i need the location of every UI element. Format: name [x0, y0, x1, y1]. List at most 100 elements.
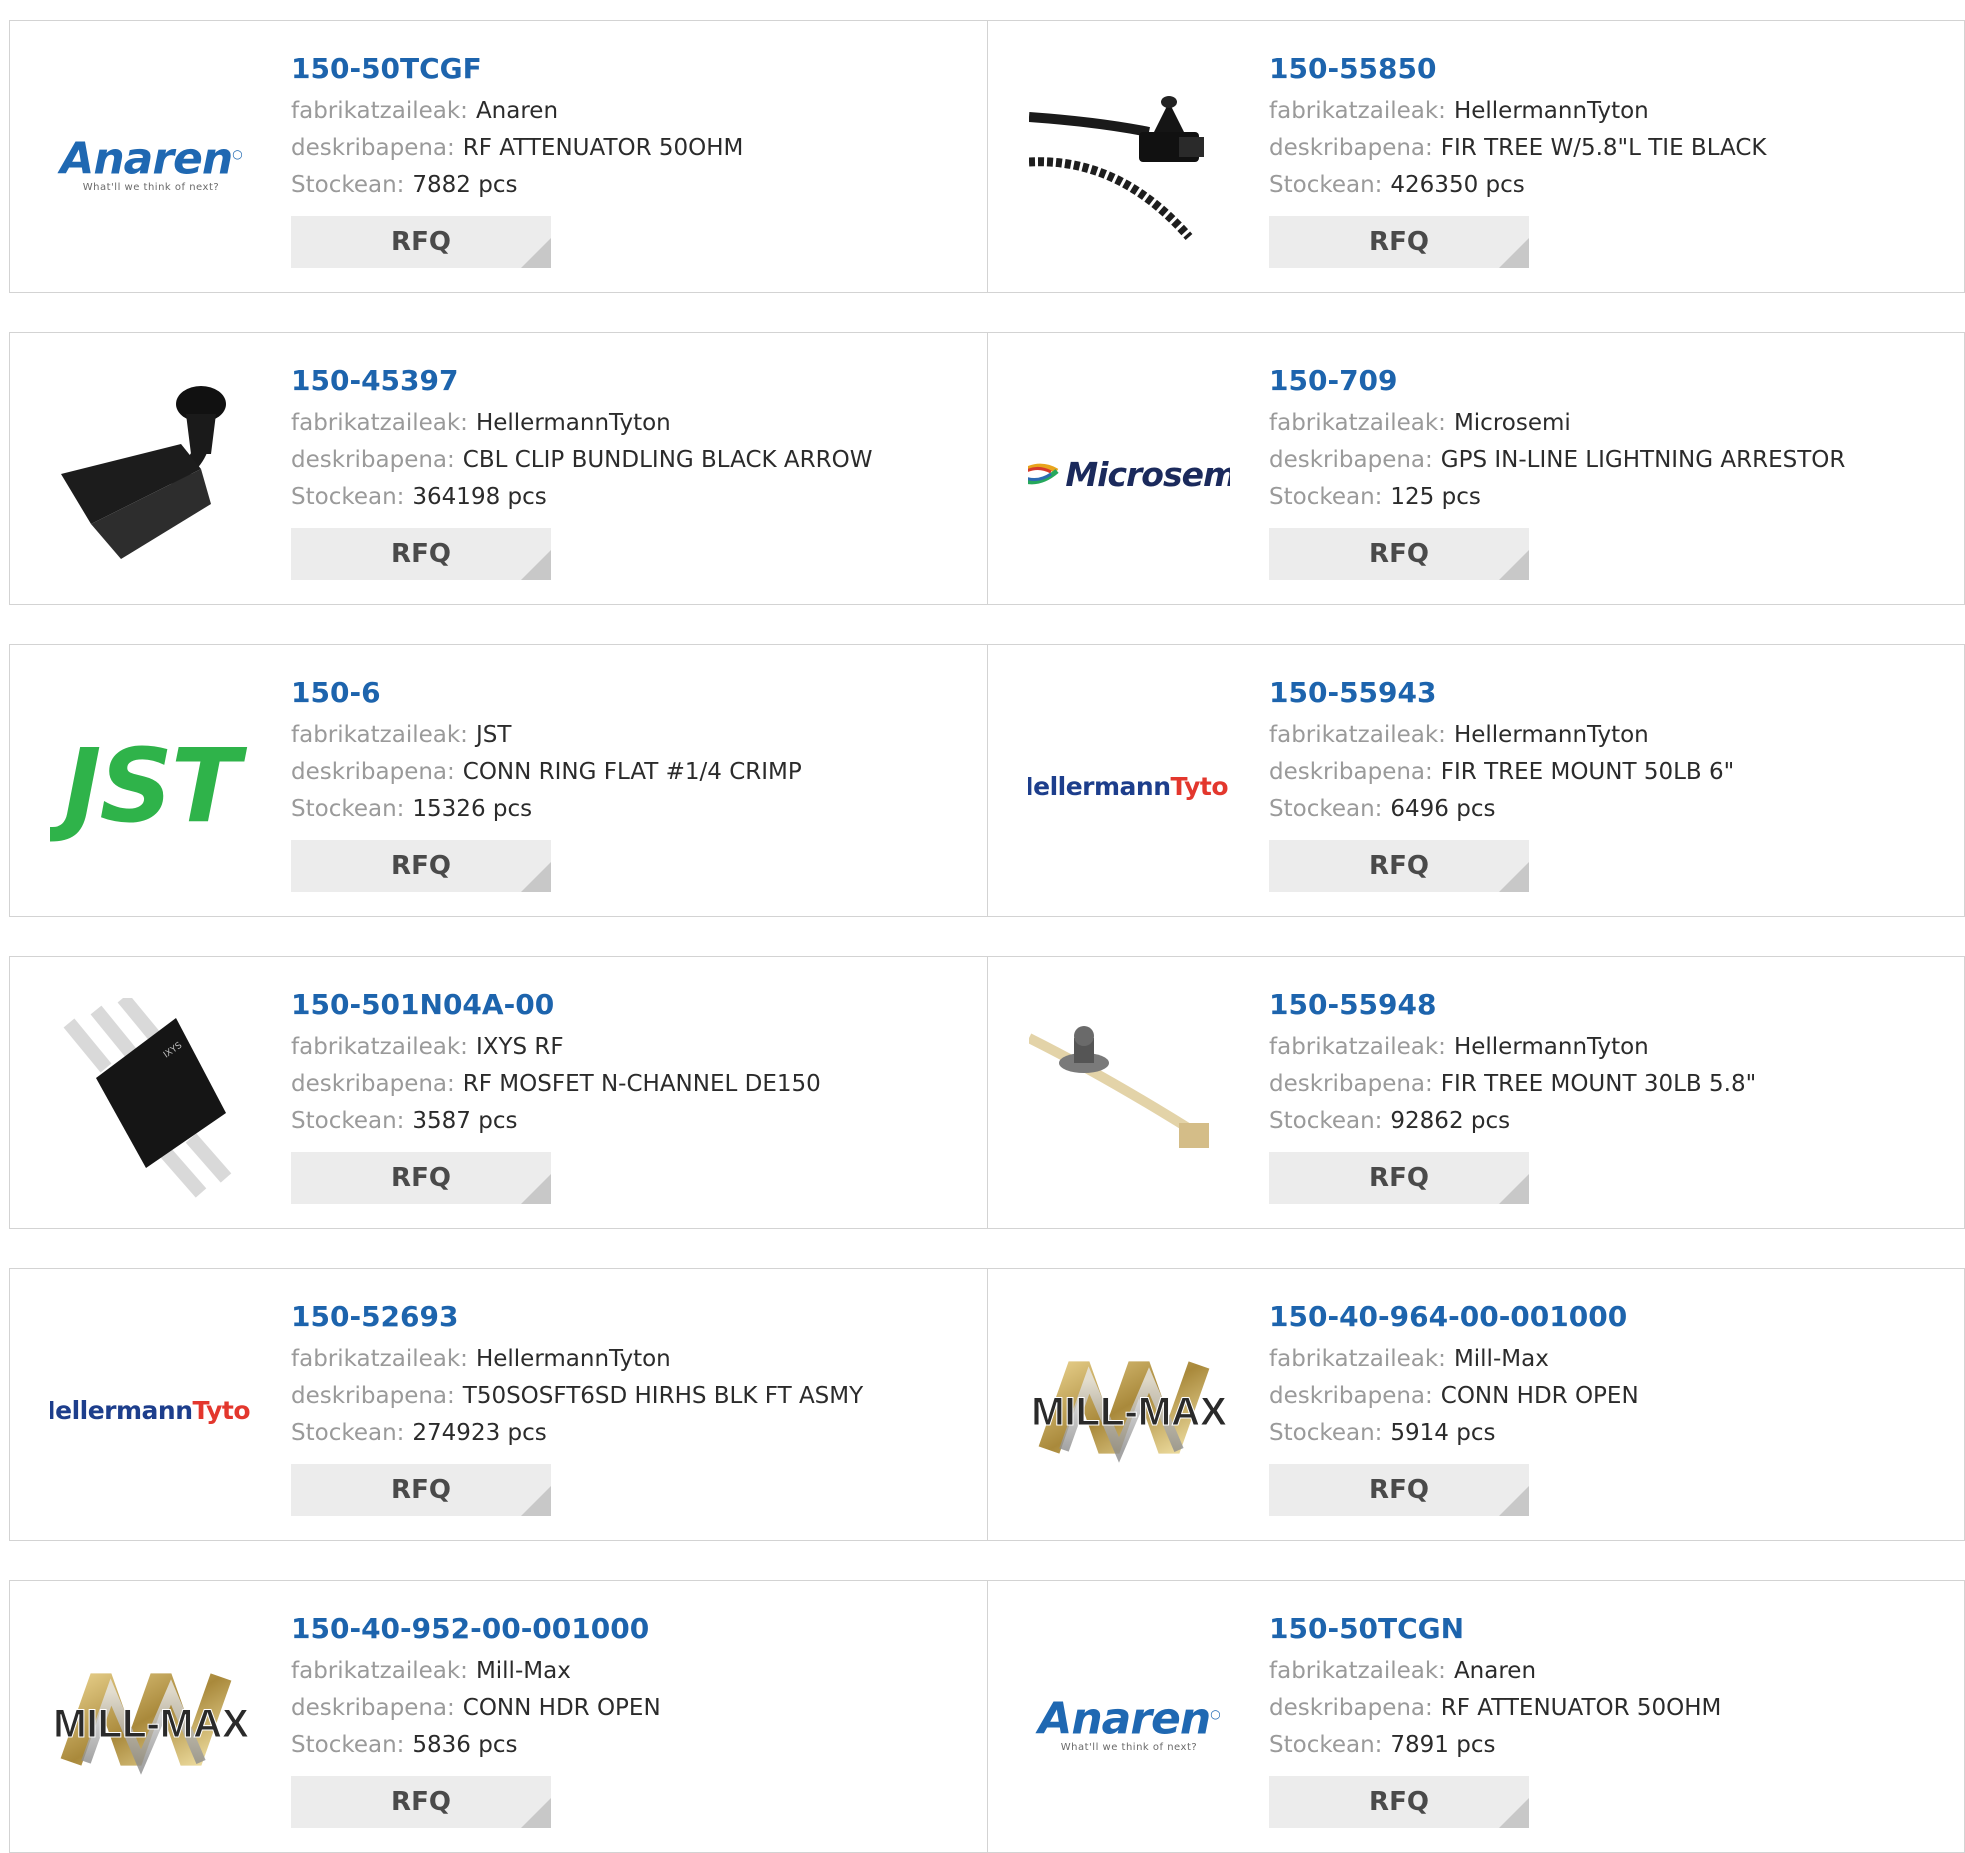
stock-value: 5914 pcs — [1390, 1420, 1496, 1446]
stock-label: Stockean: — [291, 1108, 405, 1134]
manufacturer-value: Mill-Max — [1453, 1346, 1549, 1372]
description-value: FIR TREE MOUNT 50LB 6" — [1440, 759, 1735, 785]
rfq-button[interactable]: RFQ — [1269, 840, 1529, 892]
rfq-button[interactable]: RFQ — [1269, 216, 1529, 268]
description-label: deskribapena: — [291, 447, 455, 473]
description-value: T50SOSFT6SD HIRHS BLK FT ASMY — [462, 1383, 864, 1409]
description-label: deskribapena: — [1269, 135, 1433, 161]
product-image[interactable] — [1028, 997, 1230, 1199]
stock-row: Stockean: 6496 pcs — [1269, 791, 1954, 828]
stock-label: Stockean: — [1269, 1420, 1383, 1446]
rfq-button[interactable]: RFQ — [291, 216, 551, 268]
description-row: deskribapena: T50SOSFT6SD HIRHS BLK FT AS… — [291, 1378, 977, 1415]
description-value: CONN RING FLAT #1/4 CRIMP — [462, 759, 802, 785]
product-image[interactable]: Anaren○ What'll we think of next? — [1028, 1621, 1230, 1823]
part-number-link[interactable]: 150-55943 — [1269, 673, 1954, 713]
product-info: 150-55948 fabrikatzaileak: HellermannTyto… — [1269, 985, 1954, 1204]
product-image[interactable]: Anaren○ What'll we think of next? — [50, 61, 252, 263]
product-image[interactable]: IXYS — [50, 997, 252, 1199]
part-number-link[interactable]: 150-45397 — [291, 361, 977, 401]
product-info: 150-709 fabrikatzaileak: Microsemi deskri… — [1269, 361, 1954, 580]
description-value: CONN HDR OPEN — [1440, 1383, 1639, 1409]
rfq-button[interactable]: RFQ — [1269, 1776, 1529, 1828]
stock-value: 15326 pcs — [412, 796, 533, 822]
manufacturer-row: fabrikatzaileak: JST — [291, 717, 977, 754]
part-number-link[interactable]: 150-50TCGN — [1269, 1609, 1954, 1649]
part-number-link[interactable]: 150-40-952-00-001000 — [291, 1609, 977, 1649]
stock-label: Stockean: — [291, 796, 405, 822]
product-image[interactable]: JST — [50, 685, 252, 887]
stock-row: Stockean: 7882 pcs — [291, 167, 977, 204]
part-number-link[interactable]: 150-40-964-00-001000 — [1269, 1297, 1954, 1337]
description-value: FIR TREE MOUNT 30LB 5.8" — [1440, 1071, 1757, 1097]
stock-label: Stockean: — [291, 1732, 405, 1758]
description-label: deskribapena: — [1269, 1383, 1433, 1409]
part-number-link[interactable]: 150-501N04A-00 — [291, 985, 977, 1025]
manufacturer-row: fabrikatzaileak: HellermannTyton — [291, 405, 977, 442]
manufacturer-value: Anaren — [1453, 1658, 1537, 1684]
stock-value: 274923 pcs — [412, 1420, 547, 1446]
product-image[interactable] — [50, 373, 252, 575]
rfq-button[interactable]: RFQ — [291, 528, 551, 580]
rfq-button[interactable]: RFQ — [291, 840, 551, 892]
corner-triangle-icon — [1499, 1486, 1529, 1516]
part-number-link[interactable]: 150-55850 — [1269, 49, 1954, 89]
product-info: 150-55943 fabrikatzaileak: HellermannTyto… — [1269, 673, 1954, 892]
description-value: RF ATTENUATOR 50OHM — [462, 135, 744, 161]
rfq-button[interactable]: RFQ — [291, 1152, 551, 1204]
corner-triangle-icon — [521, 1798, 551, 1828]
part-number-link[interactable]: 150-50TCGF — [291, 49, 977, 89]
stock-label: Stockean: — [1269, 1108, 1383, 1134]
product-image[interactable]: Microsemi — [1028, 373, 1230, 575]
microsemi-logo: Microsemi — [1028, 455, 1230, 494]
description-value: RF ATTENUATOR 50OHM — [1440, 1695, 1722, 1721]
anaren-logo: Anaren○ What'll we think of next? — [60, 133, 242, 194]
manufacturer-row: fabrikatzaileak: IXYS RF — [291, 1029, 977, 1066]
stock-row: Stockean: 426350 pcs — [1269, 167, 1954, 204]
product-row: 150-45397 fabrikatzaileak: HellermannTyto… — [9, 332, 1965, 605]
product-grid: Anaren○ What'll we think of next? 150-50… — [0, 0, 1965, 1853]
product-row: IXYS 150-501N04A-00 fabrikatzaileak: IXYS… — [9, 956, 1965, 1229]
stock-row: Stockean: 7891 pcs — [1269, 1727, 1954, 1764]
rfq-button[interactable]: RFQ — [291, 1464, 551, 1516]
product-image[interactable]: MILL-MAX — [50, 1621, 252, 1823]
part-number-link[interactable]: 150-6 — [291, 673, 977, 713]
rfq-button[interactable]: RFQ — [1269, 528, 1529, 580]
product-image[interactable]: HellermannTyton — [50, 1309, 252, 1511]
rfq-button[interactable]: RFQ — [1269, 1152, 1529, 1204]
description-row: deskribapena: FIR TREE MOUNT 50LB 6" — [1269, 754, 1954, 791]
description-value: FIR TREE W/5.8"L TIE BLACK — [1440, 135, 1767, 161]
product-card: HellermannTyton 150-52693 fabrikatzailea… — [10, 1269, 987, 1540]
description-label: deskribapena: — [291, 759, 455, 785]
part-number-link[interactable]: 150-55948 — [1269, 985, 1954, 1025]
product-image[interactable] — [1028, 61, 1230, 263]
rfq-button[interactable]: RFQ — [291, 1776, 551, 1828]
manufacturer-value: Microsemi — [1453, 410, 1571, 436]
corner-triangle-icon — [521, 1486, 551, 1516]
stock-row: Stockean: 5914 pcs — [1269, 1415, 1954, 1452]
description-label: deskribapena: — [291, 1695, 455, 1721]
mosfet-photo: IXYS — [63, 998, 232, 1198]
product-info: 150-55850 fabrikatzaileak: HellermannTyto… — [1269, 49, 1954, 268]
product-row: JST 150-6 fabrikatzaileak: JST deskribape… — [9, 644, 1965, 917]
product-image[interactable]: MILL-MAX — [1028, 1309, 1230, 1511]
corner-triangle-icon — [1499, 550, 1529, 580]
stock-row: Stockean: 125 pcs — [1269, 479, 1954, 516]
product-image[interactable]: HellermannTyton — [1028, 685, 1230, 887]
corner-triangle-icon — [521, 238, 551, 268]
stock-row: Stockean: 274923 pcs — [291, 1415, 977, 1452]
manufacturer-label: fabrikatzaileak: — [291, 1346, 468, 1372]
manufacturer-value: HellermannTyton — [1453, 98, 1649, 124]
description-label: deskribapena: — [1269, 1071, 1433, 1097]
description-label: deskribapena: — [291, 1071, 455, 1097]
stock-value: 364198 pcs — [412, 484, 547, 510]
rfq-button[interactable]: RFQ — [1269, 1464, 1529, 1516]
stock-value: 3587 pcs — [412, 1108, 518, 1134]
svg-text:MILL-MAX: MILL-MAX — [1031, 1390, 1227, 1434]
part-number-link[interactable]: 150-709 — [1269, 361, 1954, 401]
stock-row: Stockean: 3587 pcs — [291, 1103, 977, 1140]
manufacturer-label: fabrikatzaileak: — [291, 722, 468, 748]
product-card: IXYS 150-501N04A-00 fabrikatzaileak: IXYS… — [10, 957, 987, 1228]
product-card: MILL-MAX 150-40-964-00-001000 fabrikatza… — [987, 1269, 1964, 1540]
part-number-link[interactable]: 150-52693 — [291, 1297, 977, 1337]
